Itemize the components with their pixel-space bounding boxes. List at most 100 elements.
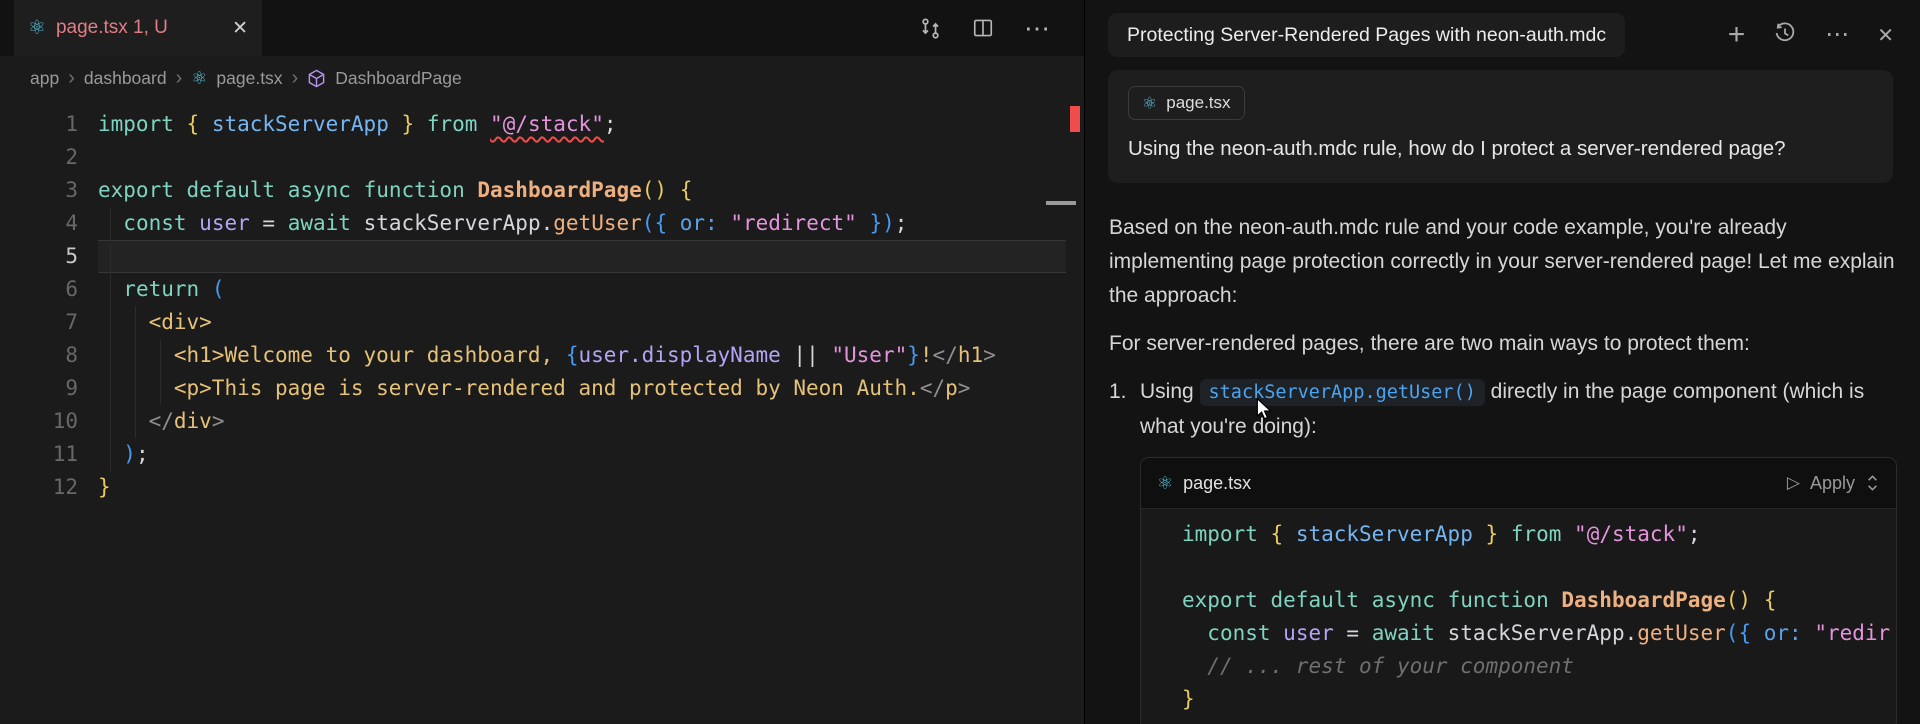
numbered-list-item: 1. Using stackServerApp.getUser() direct… bbox=[1109, 375, 1899, 444]
line-number: 4 bbox=[0, 207, 78, 240]
new-chat-icon[interactable]: + bbox=[1728, 20, 1746, 50]
line-number: 12 bbox=[0, 471, 78, 504]
breadcrumb-dashboard[interactable]: dashboard bbox=[84, 68, 167, 89]
line-number: 2 bbox=[0, 141, 78, 174]
code-text: // ... rest of your component bbox=[1182, 650, 1878, 683]
code-text: </div> bbox=[98, 405, 1066, 438]
apply-button[interactable]: ▷ Apply bbox=[1787, 466, 1880, 500]
code-line[interactable] bbox=[1162, 551, 1896, 584]
close-panel-icon[interactable]: ✕ bbox=[1877, 23, 1894, 48]
code-line[interactable]: 8 <h1>Welcome to your dashboard, {user.d… bbox=[0, 339, 1084, 372]
assistant-response: Based on the neon-auth.mdc rule and your… bbox=[1109, 211, 1899, 724]
list-text: Using bbox=[1140, 380, 1200, 403]
open-changes-icon[interactable] bbox=[919, 17, 942, 40]
attached-file-chip[interactable]: ⚛ page.tsx bbox=[1128, 86, 1245, 120]
indent-guide bbox=[135, 306, 136, 438]
expand-collapse-icon[interactable] bbox=[1865, 473, 1880, 493]
line-number: 6 bbox=[0, 273, 78, 306]
mouse-cursor-icon bbox=[1253, 398, 1275, 427]
react-icon: ⚛ bbox=[191, 69, 207, 87]
chat-panel: Protecting Server-Rendered Pages with ne… bbox=[1085, 0, 1920, 724]
code-block-body[interactable]: import { stackServerApp } from "@/stack"… bbox=[1141, 509, 1896, 724]
line-number: 1 bbox=[0, 108, 78, 141]
tab-page-tsx[interactable]: ⚛ page.tsx 1, U ✕ bbox=[14, 0, 262, 56]
code-text: export default async function DashboardP… bbox=[98, 174, 1066, 207]
response-paragraph: For server-rendered pages, there are two… bbox=[1109, 327, 1899, 361]
chat-header: Protecting Server-Rendered Pages with ne… bbox=[1085, 0, 1920, 67]
response-paragraph: Based on the neon-auth.mdc rule and your… bbox=[1109, 211, 1899, 313]
chevron-right-icon: › bbox=[176, 68, 183, 88]
breadcrumb-file[interactable]: page.tsx bbox=[216, 68, 282, 89]
split-editor-icon[interactable] bbox=[972, 17, 994, 39]
code-text: <p>This page is server-rendered and prot… bbox=[98, 372, 1066, 405]
code-text: } bbox=[1182, 683, 1878, 716]
code-text: import { stackServerApp } from "@/stack"… bbox=[1182, 518, 1878, 551]
chevron-right-icon: › bbox=[68, 68, 75, 88]
breadcrumb: app › dashboard › ⚛ page.tsx › Dashboard… bbox=[0, 56, 1084, 100]
chat-code-block: ⚛ page.tsx ▷ Apply import { stackServerA… bbox=[1140, 457, 1897, 724]
app-window: ⚛ page.tsx 1, U ✕ ⋯ bbox=[0, 0, 1920, 724]
tab-label: page.tsx 1, U bbox=[56, 17, 168, 39]
user-message: ⚛ page.tsx Using the neon-auth.mdc rule,… bbox=[1108, 70, 1893, 183]
code-line[interactable]: 7 <div> bbox=[0, 306, 1084, 339]
react-icon: ⚛ bbox=[28, 18, 46, 38]
line-number: 7 bbox=[0, 306, 78, 339]
code-text bbox=[98, 240, 1066, 273]
code-text: ); bbox=[98, 438, 1066, 471]
code-text: import { stackServerApp } from "@/stack"… bbox=[98, 108, 1066, 141]
overview-ruler-cursor-marker bbox=[1046, 201, 1076, 205]
code-text: } bbox=[98, 471, 1066, 504]
code-block-header: ⚛ page.tsx ▷ Apply bbox=[1141, 458, 1896, 509]
code-line[interactable]: 3 export default async function Dashboard… bbox=[0, 174, 1084, 207]
play-icon: ▷ bbox=[1787, 466, 1800, 500]
code-line[interactable]: export default async function DashboardP… bbox=[1162, 584, 1896, 617]
code-line[interactable]: 1 import { stackServerApp } from "@/stack… bbox=[0, 108, 1084, 141]
code-line[interactable]: // ... rest of your component bbox=[1162, 650, 1896, 683]
code-text: const user = await stackServerApp.getUse… bbox=[1182, 617, 1890, 650]
close-tab-icon[interactable]: ✕ bbox=[232, 17, 248, 40]
code-line[interactable]: 5 bbox=[0, 240, 1084, 273]
code-text bbox=[98, 141, 1066, 174]
symbol-cube-icon bbox=[307, 69, 326, 88]
more-options-icon[interactable]: ⋯ bbox=[1825, 23, 1849, 47]
code-text bbox=[1182, 551, 1878, 584]
line-number: 8 bbox=[0, 339, 78, 372]
list-marker: 1. bbox=[1109, 375, 1140, 444]
breadcrumb-symbol[interactable]: DashboardPage bbox=[335, 68, 461, 89]
code-text: export default async function DashboardP… bbox=[1182, 584, 1878, 617]
code-editor[interactable]: 1 import { stackServerApp } from "@/stack… bbox=[0, 100, 1084, 504]
react-icon: ⚛ bbox=[1157, 474, 1173, 492]
code-line[interactable]: const user = await stackServerApp.getUse… bbox=[1162, 617, 1896, 650]
code-text: <h1>Welcome to your dashboard, {user.dis… bbox=[98, 339, 1066, 372]
code-line[interactable]: 2 bbox=[0, 141, 1084, 174]
line-number: 5 bbox=[0, 240, 78, 273]
code-line[interactable]: 6 return ( bbox=[0, 273, 1084, 306]
chevron-right-icon: › bbox=[292, 68, 299, 88]
code-line[interactable]: 10 </div> bbox=[0, 405, 1084, 438]
editor-tab-bar: ⚛ page.tsx 1, U ✕ ⋯ bbox=[0, 0, 1084, 56]
line-number: 9 bbox=[0, 372, 78, 405]
line-number: 3 bbox=[0, 174, 78, 207]
overview-ruler-error-marker bbox=[1070, 106, 1080, 132]
chat-header-icons: + ⋯ ✕ bbox=[1728, 20, 1894, 50]
inline-code: stackServerApp.getUser() bbox=[1200, 379, 1485, 406]
chat-title[interactable]: Protecting Server-Rendered Pages with ne… bbox=[1108, 13, 1625, 57]
line-number: 11 bbox=[0, 438, 78, 471]
code-block-filename: page.tsx bbox=[1183, 466, 1251, 500]
editor-pane: ⚛ page.tsx 1, U ✕ ⋯ bbox=[0, 0, 1084, 724]
attached-file-name: page.tsx bbox=[1166, 93, 1230, 113]
code-line[interactable]: 11 ); bbox=[0, 438, 1084, 471]
breadcrumb-app[interactable]: app bbox=[30, 68, 59, 89]
code-text: <div> bbox=[98, 306, 1066, 339]
code-line[interactable]: 4 const user = await stackServerApp.getU… bbox=[0, 207, 1084, 240]
indent-guide bbox=[110, 207, 111, 471]
code-line[interactable]: 9 <p>This page is server-rendered and pr… bbox=[0, 372, 1084, 405]
history-icon[interactable] bbox=[1773, 21, 1797, 50]
react-icon: ⚛ bbox=[1142, 95, 1157, 112]
indent-guide bbox=[160, 339, 161, 405]
code-line[interactable]: 12} bbox=[0, 471, 1084, 504]
user-message-text: Using the neon-auth.mdc rule, how do I p… bbox=[1128, 137, 1873, 161]
code-text: return ( bbox=[98, 273, 1066, 306]
code-line[interactable]: } bbox=[1162, 683, 1896, 716]
code-line[interactable]: import { stackServerApp } from "@/stack"… bbox=[1162, 518, 1896, 551]
